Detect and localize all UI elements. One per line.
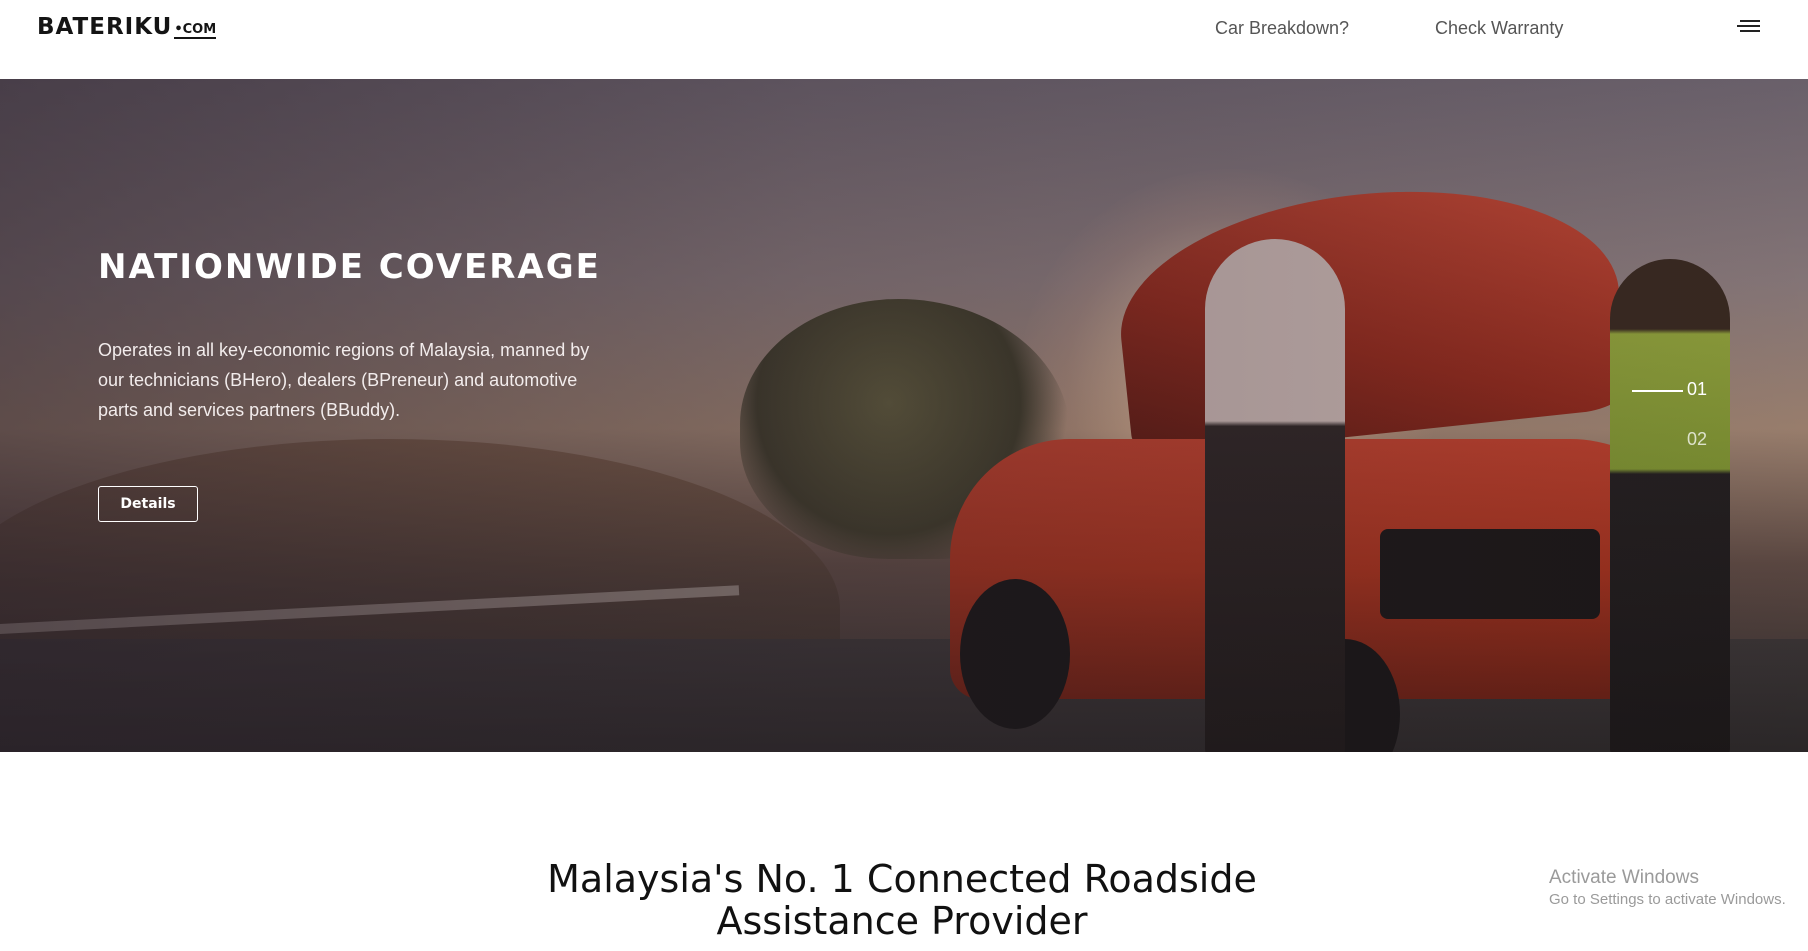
- slide-number: 01: [1687, 379, 1708, 399]
- section-heading-line-1: Malaysia's No. 1 Connected Roadside: [547, 857, 1257, 901]
- slide-number: 02: [1687, 429, 1708, 449]
- hero-banner: NATIONWIDE COVERAGE Operates in all key-…: [0, 79, 1808, 752]
- windows-activation-watermark: Activate Windows Go to Settings to activ…: [1549, 866, 1786, 910]
- site-header: BATERIKU •COM Car Breakdown? Check Warra…: [0, 0, 1808, 79]
- watermark-title: Activate Windows: [1549, 867, 1699, 888]
- logo-wordmark: BATERIKU: [37, 14, 173, 40]
- details-button[interactable]: Details: [98, 486, 198, 522]
- logo-com-suffix: •COM: [174, 22, 217, 39]
- hero-description: Operates in all key-economic regions of …: [98, 340, 590, 420]
- page: BATERIKU •COM Car Breakdown? Check Warra…: [0, 0, 1808, 951]
- hamburger-line: [1737, 25, 1760, 27]
- nav-link-car-breakdown[interactable]: Car Breakdown?: [1215, 18, 1349, 39]
- slide-indicator-02[interactable]: 02: [1630, 429, 1730, 479]
- hamburger-menu-icon[interactable]: [1737, 20, 1760, 38]
- site-logo[interactable]: BATERIKU •COM: [37, 14, 217, 40]
- slide-active-bar: [1632, 390, 1683, 392]
- section-heading: Malaysia's No. 1 Connected Roadside Assi…: [540, 858, 1264, 942]
- slide-indicators: 01 02: [1630, 379, 1730, 479]
- hero-title: NATIONWIDE COVERAGE: [98, 247, 601, 287]
- nav-link-check-warranty[interactable]: Check Warranty: [1435, 18, 1563, 39]
- section-heading-line-2: Assistance Provider: [716, 899, 1088, 943]
- hamburger-line: [1740, 30, 1760, 32]
- slide-indicator-01[interactable]: 01: [1630, 379, 1730, 429]
- hamburger-line: [1740, 20, 1760, 22]
- watermark-subtitle: Go to Settings to activate Windows.: [1549, 891, 1786, 908]
